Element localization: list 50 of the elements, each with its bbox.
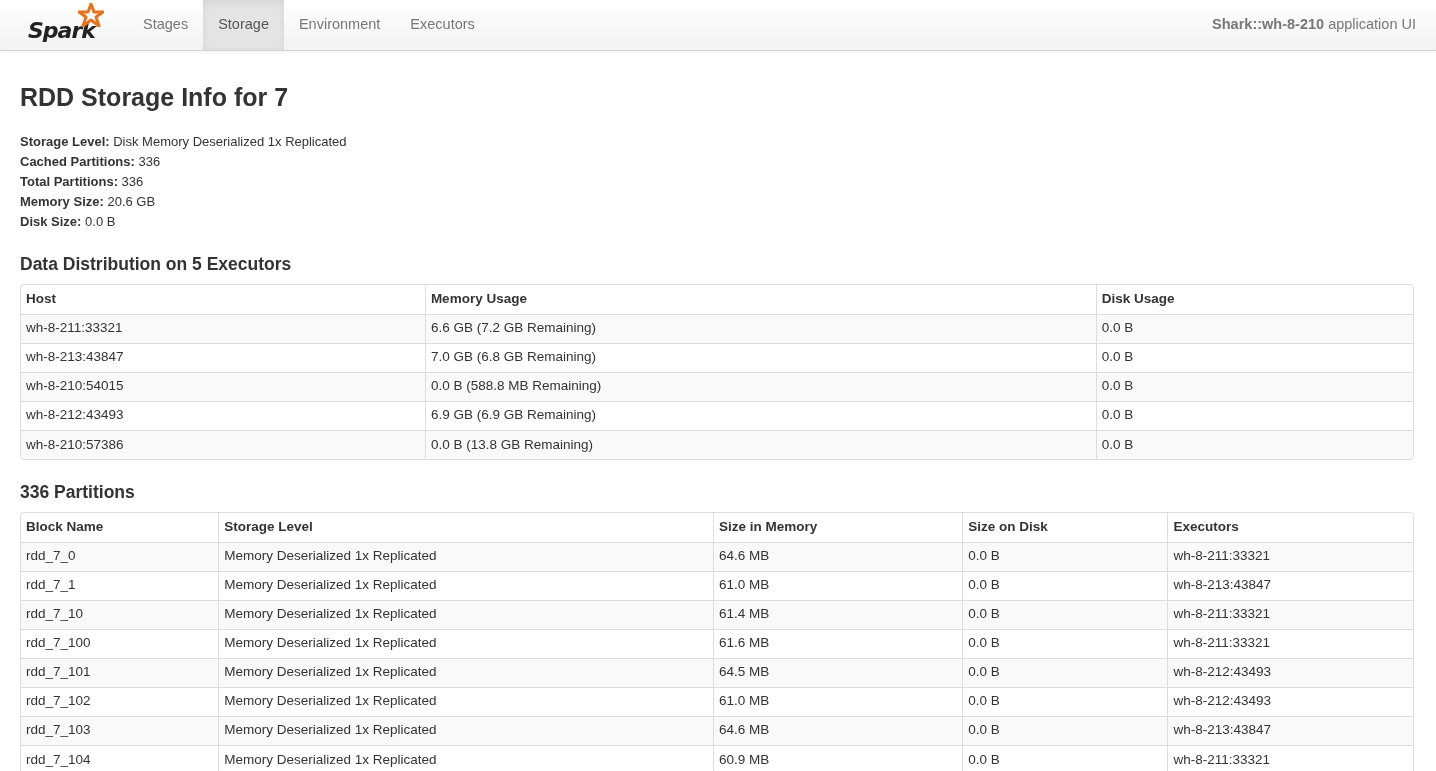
summary-line: Total Partitions: 336: [20, 173, 145, 191]
table-cell: Memory Deserialized 1x Replicated: [218, 745, 714, 771]
table-cell: rdd_7_101: [21, 658, 219, 687]
table-cell: 0.0 B: [1096, 314, 1413, 343]
table-cell: 64.5 MB: [713, 658, 963, 687]
table-cell: 6.6 GB (7.2 GB Remaining): [425, 314, 1097, 343]
nav-tab[interactable]: Storage: [203, 0, 284, 50]
table-cell: Memory Deserialized 1x Replicated: [218, 658, 714, 687]
column-header[interactable]: Block Name: [21, 513, 219, 542]
table-cell: 60.9 MB: [713, 745, 963, 771]
table-cell: wh-8-211:33321: [1168, 600, 1413, 629]
table-cell: 0.0 B: [962, 716, 1168, 745]
table-cell: 0.0 B: [962, 745, 1168, 771]
table-cell: wh-8-211:33321: [1168, 542, 1413, 571]
table-cell: Memory Deserialized 1x Replicated: [218, 716, 714, 745]
table-cell: wh-8-210:54015: [21, 372, 426, 401]
table-cell: rdd_7_10: [21, 600, 219, 629]
table-cell: rdd_7_0: [21, 542, 219, 571]
table-cell: 0.0 B (13.8 GB Remaining): [425, 430, 1097, 459]
table-cell: wh-8-211:33321: [1168, 745, 1413, 771]
nav-tab[interactable]: Executors: [395, 0, 490, 50]
table-cell: wh-8-211:33321: [21, 314, 426, 343]
table-cell: Memory Deserialized 1x Replicated: [218, 600, 714, 629]
column-header[interactable]: Host: [21, 285, 426, 314]
table-cell: wh-8-210:57386: [21, 430, 426, 459]
summary-line: Disk Size: 0.0 B: [20, 213, 117, 231]
page-title: RDD Storage Info for 7: [20, 82, 290, 112]
table-cell: 0.0 B: [962, 600, 1168, 629]
summary-line: Cached Partitions: 336: [20, 153, 162, 171]
summary-line: Storage Level: Disk Memory Deserialized 1x Replicated: [20, 133, 348, 151]
nav-tab[interactable]: Environment: [283, 0, 396, 50]
table-cell: 61.4 MB: [713, 600, 963, 629]
table-cell: 64.6 MB: [713, 542, 963, 571]
app-title: Shark::wh-8-210 application UI: [1212, 15, 1416, 35]
table-cell: Memory Deserialized 1x Replicated: [218, 542, 714, 571]
table-cell: wh-8-213:43847: [1168, 716, 1413, 745]
section-heading: Data Distribution on 5 Executors: [20, 254, 293, 275]
brand-logo-text[interactable]: Spark: [28, 20, 95, 42]
table-cell: rdd_7_103: [21, 716, 219, 745]
table-cell: 64.6 MB: [713, 716, 963, 745]
table-cell: 0.0 B (588.8 MB Remaining): [425, 372, 1097, 401]
nav-tab[interactable]: Stages: [128, 0, 204, 50]
table-cell: 0.0 B: [1096, 372, 1413, 401]
table-cell: rdd_7_104: [21, 745, 219, 771]
table-cell: wh-8-212:43493: [1168, 658, 1413, 687]
table-cell: 0.0 B: [962, 658, 1168, 687]
table-cell: 0.0 B: [962, 542, 1168, 571]
table-cell: 0.0 B: [1096, 430, 1413, 459]
section-heading: 336 Partitions: [20, 482, 136, 503]
summary-line: Memory Size: 20.6 GB: [20, 193, 157, 211]
